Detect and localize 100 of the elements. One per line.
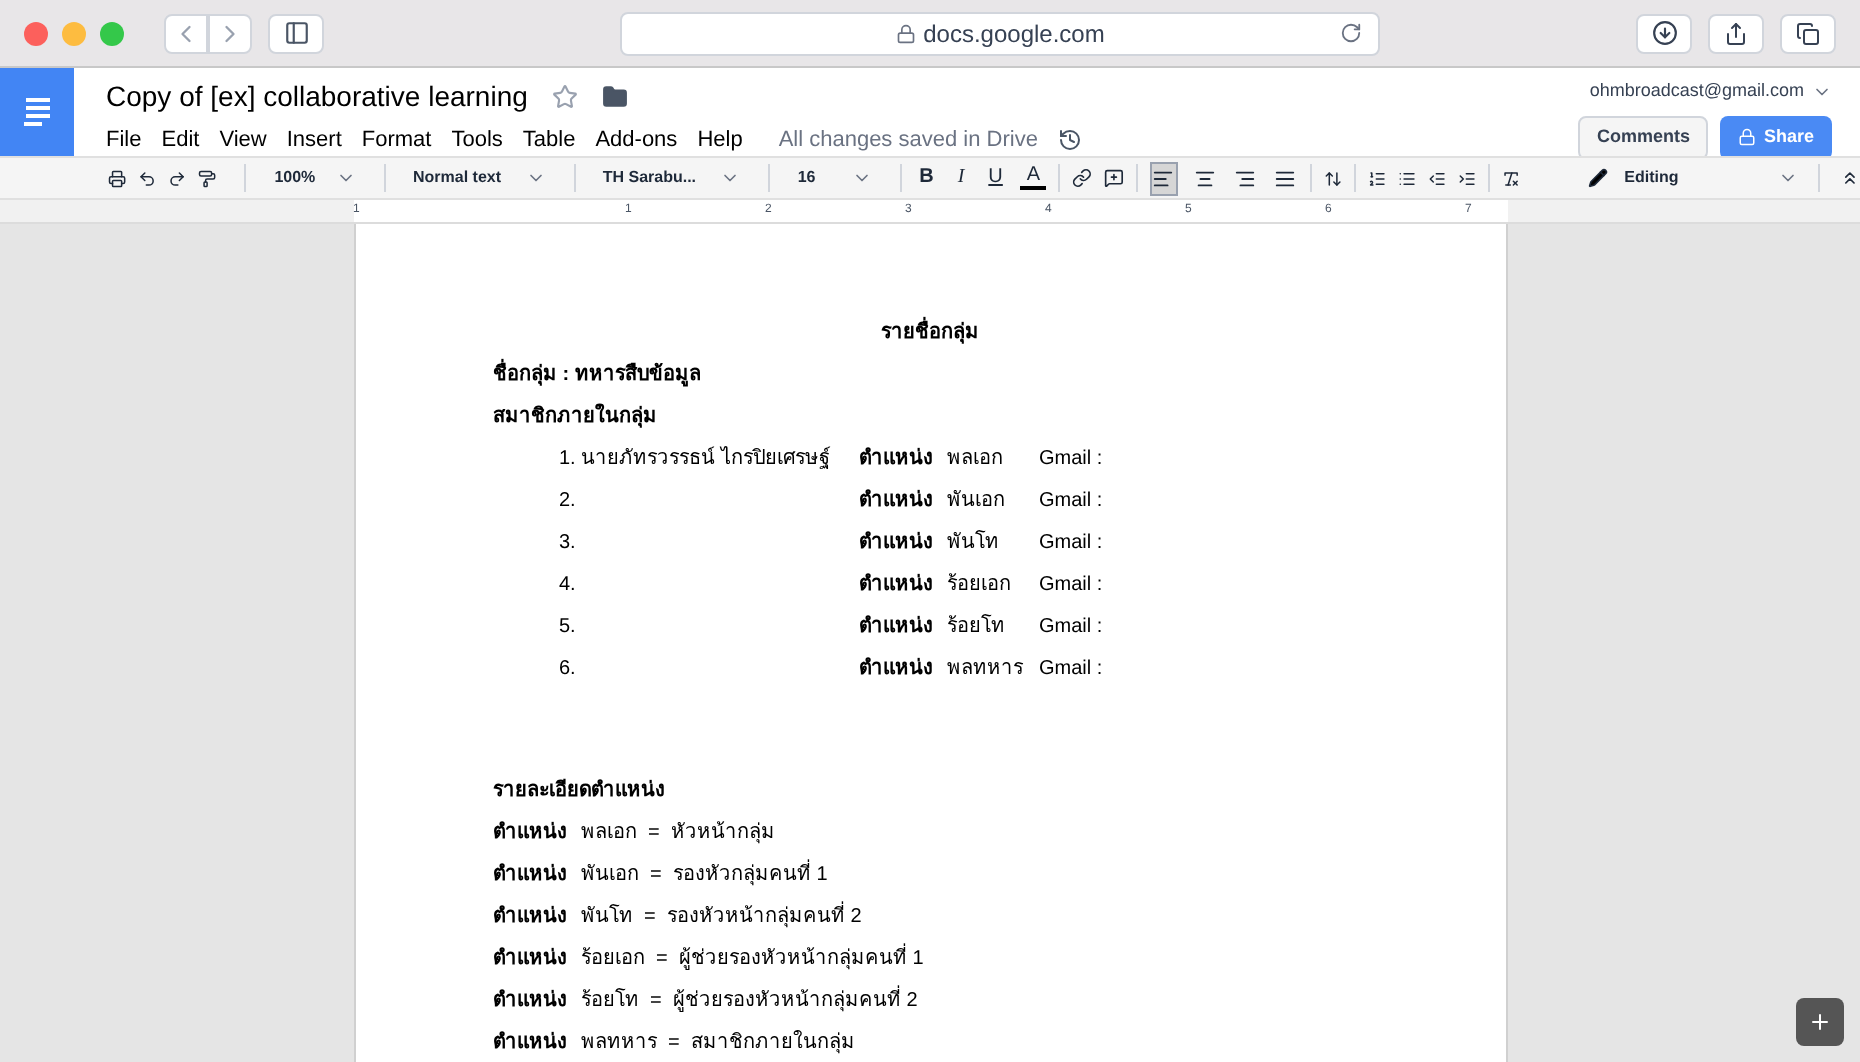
download-icon: [1651, 20, 1677, 46]
url-text: docs.google.com: [923, 17, 1105, 51]
zoom-dropdown[interactable]: 100%: [258, 166, 372, 190]
rank-text: ร้อยเอก: [947, 571, 1013, 600]
pencil-icon: [1588, 168, 1609, 188]
print-icon[interactable]: [108, 167, 127, 189]
details-heading: รายละเอียดตำแหน่ง: [493, 776, 667, 806]
increase-indent-icon[interactable]: [1458, 167, 1477, 189]
docs-logo[interactable]: [0, 68, 74, 156]
menu-item[interactable]: Edit: [161, 124, 200, 157]
member-name: 1. นายภัทรวรรธน์ ไกรปิยเศรษฐ์: [559, 444, 833, 474]
role-description: พันโท = รองหัวหน้ากลุ่มคนที่ 2: [581, 896, 862, 938]
decrease-indent-icon[interactable]: [1428, 167, 1447, 189]
justify-icon: [1273, 167, 1296, 189]
role-label: ตำแหน่ง: [493, 945, 567, 974]
gmail-label: Gmail :: [1039, 572, 1103, 600]
folder-icon[interactable]: [601, 84, 628, 110]
gmail-label: Gmail :: [1039, 614, 1103, 642]
line-spacing-icon[interactable]: [1323, 167, 1343, 189]
role-description: ร้อยโท = ผู้ช่วยรองหัวหน้ากลุ่มคนที่ 2: [581, 980, 918, 1022]
document-heading: รายชื่อกลุ่ม: [493, 312, 1505, 354]
share-button[interactable]: [1708, 13, 1764, 53]
format-button[interactable]: B: [913, 168, 940, 188]
role-label: ตำแหน่ง: [859, 445, 935, 474]
paint-format-icon[interactable]: [198, 167, 217, 189]
menu-item[interactable]: View: [219, 124, 267, 157]
members-heading: สมาชิกภายในกลุ่ม: [493, 401, 659, 432]
menu-item[interactable]: Insert: [286, 124, 342, 157]
member-name: 4.: [559, 572, 578, 600]
align-right-icon: [1233, 167, 1256, 189]
rank-text: พลเอก: [947, 446, 1005, 474]
rank-text: ร้อยโท: [947, 612, 1007, 642]
menu-item[interactable]: Tools: [451, 124, 503, 157]
downloads-button[interactable]: [1636, 13, 1692, 53]
align-left-icon: [1152, 167, 1175, 189]
member-name: 5.: [559, 614, 578, 642]
collapse-icon[interactable]: [1840, 166, 1860, 190]
sidebar-icon: [283, 20, 309, 46]
role-label: ตำแหน่ง: [859, 655, 935, 684]
role-label: ตำแหน่ง: [859, 487, 935, 516]
font-size-dropdown[interactable]: 16: [781, 166, 888, 190]
role-description: พลเอก = หัวหน้ากลุ่ม: [581, 819, 775, 848]
rank-text: พันโท: [947, 528, 1001, 558]
bulleted-list-icon[interactable]: [1397, 167, 1417, 189]
role-description: ร้อยเอก = ผู้ช่วยรองหัวหน้ากลุ่มคนที่ 1: [581, 938, 924, 980]
document-title[interactable]: Copy of [ex] collaborative learning: [106, 76, 528, 118]
menu-item[interactable]: File: [106, 124, 142, 157]
reload-icon[interactable]: [1340, 22, 1362, 44]
role-description: พลทหาร = สมาชิกภายในกลุ่ม: [581, 1028, 855, 1058]
member-name: 2.: [559, 488, 578, 516]
share-icon: [1724, 21, 1748, 45]
align-left-button[interactable]: [1149, 161, 1178, 195]
rank-text: พลทหาร: [947, 656, 1025, 684]
group-name: ชื่อกลุ่ม : ทหารสืบข้อมูล: [493, 354, 1505, 396]
align-center-icon: [1193, 167, 1215, 189]
menu-item[interactable]: Table: [522, 124, 576, 157]
numbered-list-icon[interactable]: [1367, 167, 1386, 189]
role-label: ตำแหน่ง: [859, 529, 935, 558]
tabs-button[interactable]: [1780, 13, 1836, 53]
role-label: ตำแหน่ง: [493, 819, 567, 848]
style-dropdown[interactable]: Normal text: [397, 166, 562, 190]
clear-formatting-icon[interactable]: [1502, 167, 1521, 189]
member-name: 3.: [559, 530, 578, 558]
sidebar-button[interactable]: [268, 13, 324, 53]
gmail-label: Gmail :: [1039, 488, 1103, 516]
format-button[interactable]: A: [1020, 166, 1047, 190]
gmail-label: Gmail :: [1039, 446, 1103, 474]
star-icon[interactable]: [551, 84, 578, 110]
role-label: ตำแหน่ง: [493, 1029, 567, 1058]
role-label: ตำแหน่ง: [859, 613, 935, 642]
lock-icon: [1737, 128, 1756, 146]
menu-item[interactable]: Help: [697, 124, 743, 157]
role-label: ตำแหน่ง: [493, 903, 567, 932]
history-icon[interactable]: [1057, 128, 1082, 153]
format-button[interactable]: I: [951, 168, 971, 188]
gmail-label: Gmail :: [1039, 656, 1103, 684]
plus-icon: [1808, 1010, 1832, 1034]
comment-icon[interactable]: [1103, 166, 1124, 190]
redo-icon[interactable]: [168, 167, 187, 189]
gmail-label: Gmail :: [1039, 530, 1103, 558]
lock-icon: [895, 23, 916, 43]
format-button[interactable]: U: [982, 168, 1009, 188]
menu-item[interactable]: Add-ons: [595, 124, 678, 157]
undo-icon[interactable]: [138, 167, 157, 189]
role-description: พันเอก = รองหัวกลุ่มคนที่ 1: [581, 854, 828, 896]
explore-button[interactable]: [1796, 998, 1844, 1046]
font-dropdown[interactable]: TH Sarabu...: [586, 166, 757, 190]
role-label: ตำแหน่ง: [859, 571, 935, 600]
rank-text: พันเอก: [947, 488, 1007, 516]
tabs-icon: [1796, 21, 1820, 45]
save-status[interactable]: All changes saved in Drive: [778, 124, 1038, 157]
account-email[interactable]: ohmbroadcast@gmail.com: [1589, 78, 1804, 105]
address-bar[interactable]: docs.google.com: [620, 11, 1380, 55]
member-name: 6.: [559, 656, 578, 684]
menu-item[interactable]: Format: [361, 124, 432, 157]
link-icon[interactable]: [1071, 166, 1092, 190]
role-label: ตำแหน่ง: [493, 861, 567, 890]
role-label: ตำแหน่ง: [493, 987, 567, 1016]
comments-button[interactable]: Comments: [1578, 115, 1708, 159]
editing-mode-dropdown[interactable]: Editing: [1588, 166, 1799, 190]
